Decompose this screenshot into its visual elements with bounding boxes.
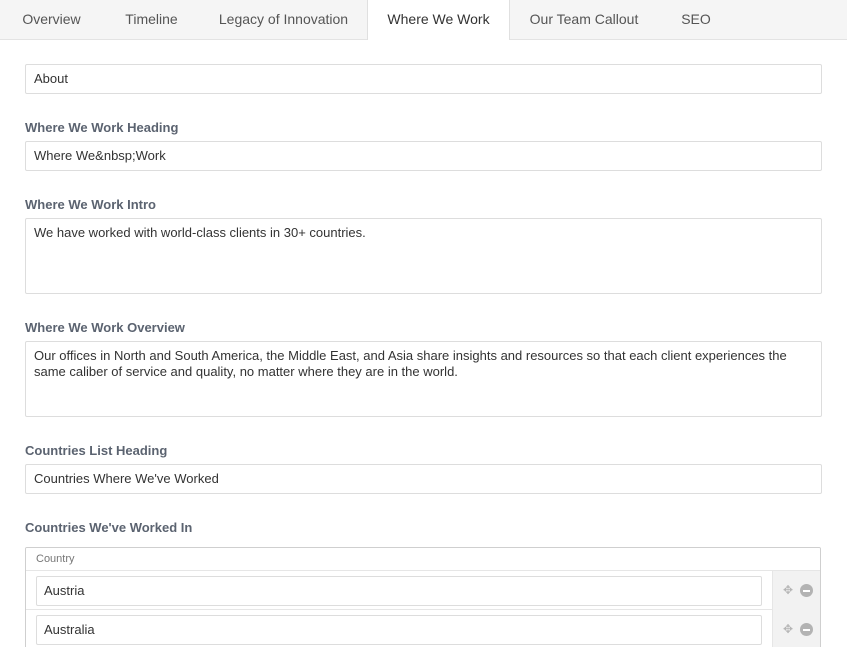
tab-legacy-of-innovation[interactable]: Legacy of Innovation	[200, 0, 367, 39]
tab-where-we-work[interactable]: Where We Work	[367, 0, 510, 40]
countries-heading-label: Countries List Heading	[25, 443, 168, 458]
intro-label: Where We Work Intro	[25, 197, 156, 212]
tab-our-team-callout[interactable]: Our Team Callout	[510, 0, 658, 39]
countries-heading-input[interactable]: Countries Where We've Worked	[25, 464, 822, 494]
move-icon[interactable]: ✥	[781, 583, 795, 597]
page: Overview Timeline Legacy of Innovation W…	[0, 0, 847, 647]
section-title-input[interactable]: About	[25, 64, 822, 94]
remove-icon[interactable]	[800, 623, 813, 636]
table-row: Australia ✥	[26, 610, 820, 647]
remove-icon[interactable]	[800, 584, 813, 597]
table-row: Austria ✥	[26, 571, 820, 610]
heading-input[interactable]: Where We&nbsp;Work	[25, 141, 822, 171]
tab-bar: Overview Timeline Legacy of Innovation W…	[0, 0, 847, 40]
row-actions: ✥	[772, 610, 820, 647]
intro-textarea[interactable]: We have worked with world-class clients …	[25, 218, 822, 294]
country-input[interactable]: Austria	[36, 576, 762, 606]
country-column-header: Country	[26, 548, 820, 571]
tab-timeline[interactable]: Timeline	[103, 0, 200, 39]
country-input[interactable]: Australia	[36, 615, 762, 645]
tab-overview[interactable]: Overview	[0, 0, 103, 39]
overview-textarea[interactable]: Our offices in North and South America, …	[25, 341, 822, 417]
overview-label: Where We Work Overview	[25, 320, 185, 335]
row-actions: ✥	[772, 571, 820, 610]
move-icon[interactable]: ✥	[781, 622, 795, 636]
countries-repeater: Country Austria ✥ Australia ✥	[25, 547, 821, 647]
heading-label: Where We Work Heading	[25, 120, 179, 135]
tab-seo[interactable]: SEO	[658, 0, 734, 39]
countries-label: Countries We've Worked In	[25, 520, 193, 535]
